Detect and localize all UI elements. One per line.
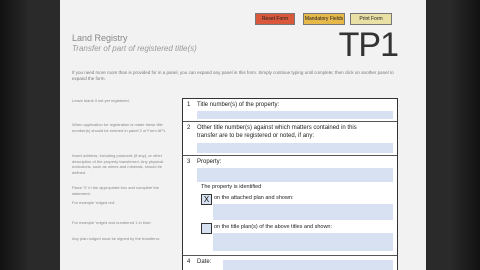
panel-number: 3 xyxy=(187,159,191,165)
panel-number: 2 xyxy=(187,125,191,131)
title-number-field[interactable] xyxy=(197,111,393,119)
date-field[interactable] xyxy=(223,260,393,270)
form-code: TP1 xyxy=(338,26,399,64)
panel-label: Property: xyxy=(197,159,222,165)
side-note: Insert address, including postcode (if a… xyxy=(72,153,164,175)
title-plan-label: on the title plan(s) of the above titles… xyxy=(214,224,333,230)
property-identified-label: The property is identified xyxy=(201,184,262,190)
side-note: Any plan lodged must be signed by the tr… xyxy=(72,236,161,241)
panel-number: 4 xyxy=(187,259,191,265)
title-plan-field[interactable] xyxy=(213,233,393,251)
reset-form-button[interactable]: Reset Form xyxy=(255,13,295,25)
side-note: For example 'edged and numbered 1 in blu… xyxy=(72,220,153,225)
panel-other-titles: 2 Other title number(s) against which ma… xyxy=(183,121,397,156)
print-form-button[interactable]: Print Form xyxy=(350,13,392,25)
panel-label: Other title number(s) against which matt… xyxy=(197,125,393,140)
attached-plan-field[interactable] xyxy=(213,204,393,220)
panel-date: 4 Date: xyxy=(183,255,397,270)
page-title: Land Registry xyxy=(72,33,128,43)
attached-plan-label: on the attached plan and shown: xyxy=(214,195,294,201)
panel-title-number: 1 Title number(s) of the property: xyxy=(183,99,397,121)
intro-text: If you need more room than is provided f… xyxy=(72,70,394,81)
side-note: Place 'X' in the appropriate box and com… xyxy=(72,185,159,196)
mandatory-fields-button[interactable]: Mandatory Fields xyxy=(303,13,345,25)
side-note: When application for registration is mad… xyxy=(72,122,167,133)
panel-label-line: transfer are to be registered or noted, … xyxy=(197,132,315,139)
page-subtitle: Transfer of part of registered title(s) xyxy=(72,44,197,53)
form-page: Reset Form Mandatory Fields Print Form L… xyxy=(60,0,426,270)
title-plan-checkbox[interactable] xyxy=(201,223,212,234)
video-frame: Reset Form Mandatory Fields Print Form L… xyxy=(0,0,480,270)
attached-plan-checkbox[interactable]: X xyxy=(201,194,212,205)
side-note: For example 'edged red'. xyxy=(72,200,116,205)
panel-property: 3 Property: The property is identified X… xyxy=(183,155,397,256)
form-panels: 1 Title number(s) of the property: 2 Oth… xyxy=(182,98,398,270)
panel-label: Title number(s) of the property: xyxy=(197,102,280,108)
side-note: Leave blank if not yet registered. xyxy=(72,98,130,103)
panel-label-line: Other title number(s) against which matt… xyxy=(197,125,357,131)
other-titles-field[interactable] xyxy=(197,143,393,153)
property-field[interactable] xyxy=(197,168,393,182)
panel-number: 1 xyxy=(187,102,191,108)
